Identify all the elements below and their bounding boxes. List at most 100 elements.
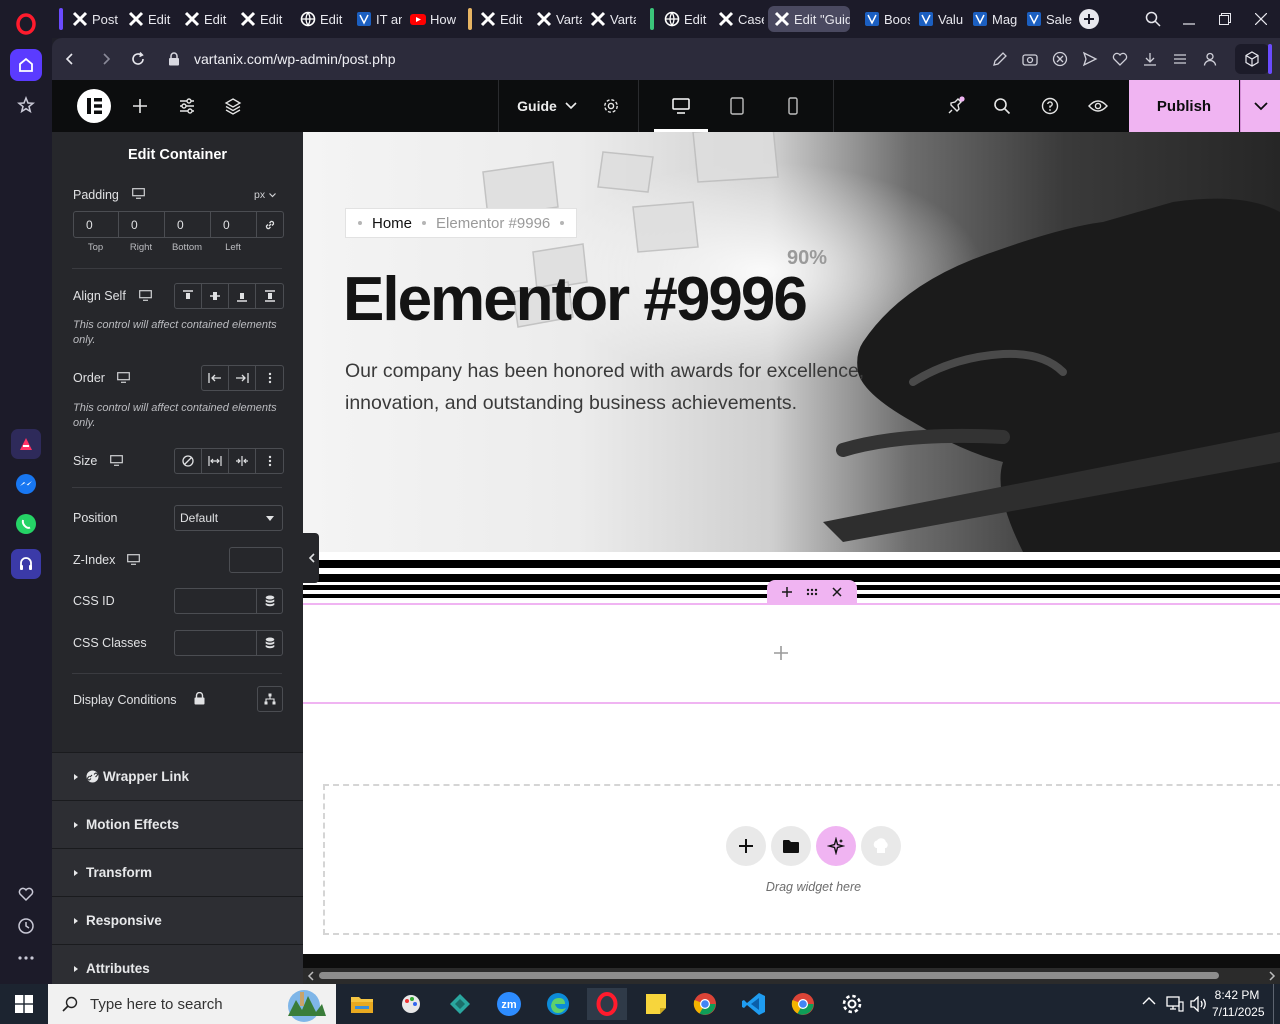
download-icon[interactable] — [1142, 51, 1158, 67]
wrapper-link-section[interactable]: Wrapper Link — [52, 752, 303, 800]
edge-browser-icon[interactable] — [538, 988, 578, 1020]
z-index-input[interactable] — [229, 547, 283, 573]
tab-boos[interactable]: Boos — [858, 6, 910, 32]
add-container-plus-icon[interactable] — [782, 587, 792, 597]
whatsapp-icon[interactable] — [11, 509, 41, 539]
taskbar-clock[interactable]: 8:42 PM 7/11/2025 — [1212, 987, 1265, 1021]
align-stretch-icon[interactable] — [256, 284, 283, 308]
file-explorer-icon[interactable] — [342, 988, 382, 1020]
order-last-icon[interactable] — [229, 366, 256, 390]
size-none-icon[interactable] — [175, 449, 202, 473]
tab-it[interactable]: IT an — [350, 6, 402, 32]
tab-valu[interactable]: Valu — [912, 6, 964, 32]
tab-edit[interactable]: Edit — [234, 6, 286, 32]
tab-edit[interactable]: Edit — [658, 6, 710, 32]
tab-edit[interactable]: Edit — [474, 6, 526, 32]
breadcrumb-home-link[interactable]: Home — [372, 215, 412, 232]
align-center-icon[interactable] — [202, 284, 229, 308]
responsive-desktop-icon[interactable] — [127, 554, 140, 565]
transform-section[interactable]: Transform — [52, 848, 303, 896]
link-values-icon[interactable] — [257, 212, 283, 237]
css-classes-input[interactable] — [174, 630, 283, 656]
template-library-button[interactable] — [771, 826, 811, 866]
scrollbar-thumb[interactable] — [319, 972, 1219, 979]
opera-logo-icon[interactable] — [10, 8, 42, 40]
hero-section[interactable]: 90% Home Elementor #9996 Elementor #9996… — [303, 132, 1280, 552]
cloud-kit-button[interactable] — [861, 826, 901, 866]
easy-setup-icon[interactable] — [1172, 51, 1188, 67]
tablet-view-icon[interactable] — [710, 80, 764, 132]
padding-bottom-input[interactable]: 0 — [165, 212, 211, 237]
more-dots-icon[interactable] — [10, 942, 42, 974]
page-settings-gear-icon[interactable] — [599, 80, 623, 132]
notifications-pin-icon[interactable] — [942, 80, 970, 132]
publish-options-chevron-icon[interactable] — [1240, 80, 1280, 132]
tab-edit[interactable]: Edit — [178, 6, 230, 32]
drag-handle-icon[interactable] — [806, 588, 818, 596]
tab-how[interactable]: How — [404, 6, 456, 32]
page-name-dropdown[interactable]: Guide — [512, 80, 582, 132]
scroll-right-arrow-icon[interactable] — [1268, 971, 1276, 981]
dynamic-tags-icon[interactable] — [256, 589, 282, 613]
padding-left-input[interactable]: 0 — [211, 212, 257, 237]
widget-drop-zone[interactable]: Drag widget here — [323, 784, 1280, 935]
order-first-icon[interactable] — [202, 366, 229, 390]
mobile-view-icon[interactable] — [766, 80, 820, 132]
aria-app-icon[interactable] — [11, 429, 41, 459]
network-icon[interactable] — [1166, 996, 1184, 1012]
position-select[interactable]: Default — [174, 505, 283, 531]
zoom-app-icon[interactable]: zm — [489, 988, 529, 1020]
finder-search-icon[interactable] — [990, 80, 1014, 132]
selected-container[interactable] — [303, 603, 1280, 704]
url-text[interactable]: vartanix.com/wp-admin/post.php — [194, 51, 396, 67]
tab-case[interactable]: Case — [712, 6, 764, 32]
lock-icon[interactable] — [166, 51, 182, 67]
bookmark-heart-icon[interactable] — [1112, 51, 1128, 67]
structure-layers-icon[interactable] — [221, 80, 245, 132]
settings-gear-icon[interactable] — [832, 988, 872, 1020]
size-grow-icon[interactable] — [202, 449, 229, 473]
chrome-icon[interactable] — [685, 988, 725, 1020]
adblock-icon[interactable] — [1052, 51, 1068, 67]
elementor-logo-icon[interactable] — [76, 80, 112, 132]
motion-effects-section[interactable]: Motion Effects — [52, 800, 303, 848]
messenger-icon[interactable] — [11, 469, 41, 499]
back-arrow-icon[interactable] — [62, 51, 78, 67]
align-start-icon[interactable] — [175, 284, 202, 308]
publish-button[interactable]: Publish — [1129, 80, 1239, 132]
help-question-icon[interactable] — [1038, 80, 1062, 132]
responsive-section[interactable]: Responsive — [52, 896, 303, 944]
chrome-icon[interactable] — [783, 988, 823, 1020]
snapshot-edit-icon[interactable] — [992, 51, 1008, 67]
tab-edit-guide-active[interactable]: Edit "Guid — [768, 6, 850, 32]
tab-varta[interactable]: Varta — [530, 6, 582, 32]
volume-icon[interactable] — [1190, 996, 1208, 1012]
tab-sales[interactable]: Sales — [1020, 6, 1072, 32]
padding-top-input[interactable]: 0 — [74, 212, 119, 237]
more-options-icon[interactable] — [256, 366, 283, 390]
taskbar-search-box[interactable]: Type here to search — [48, 984, 336, 1024]
camera-icon[interactable] — [1022, 51, 1038, 67]
unit-selector[interactable]: px — [254, 189, 277, 201]
tab-mag[interactable]: Mag — [966, 6, 1018, 32]
css-id-input[interactable] — [174, 588, 283, 614]
responsive-desktop-icon[interactable] — [132, 188, 145, 199]
desktop-view-icon[interactable] — [654, 80, 708, 132]
minimize-icon[interactable] — [1178, 8, 1200, 30]
tab-edit[interactable]: Edit — [122, 6, 174, 32]
show-desktop-button[interactable] — [1273, 984, 1274, 1024]
star-icon[interactable] — [10, 89, 42, 121]
send-icon[interactable] — [1082, 51, 1098, 67]
size-shrink-icon[interactable] — [229, 449, 256, 473]
collapse-panel-handle[interactable] — [303, 533, 319, 583]
add-element-plus-icon[interactable] — [128, 80, 152, 132]
responsive-desktop-icon[interactable] — [139, 290, 152, 301]
site-settings-sliders-icon[interactable] — [175, 80, 199, 132]
horizontal-scrollbar[interactable] — [303, 968, 1280, 984]
dynamic-tags-icon[interactable] — [256, 631, 282, 655]
sticky-notes-icon[interactable] — [636, 988, 676, 1020]
vscode-icon[interactable] — [734, 988, 774, 1020]
delete-container-close-icon[interactable] — [832, 587, 842, 597]
history-clock-icon[interactable] — [10, 910, 42, 942]
align-end-icon[interactable] — [229, 284, 256, 308]
